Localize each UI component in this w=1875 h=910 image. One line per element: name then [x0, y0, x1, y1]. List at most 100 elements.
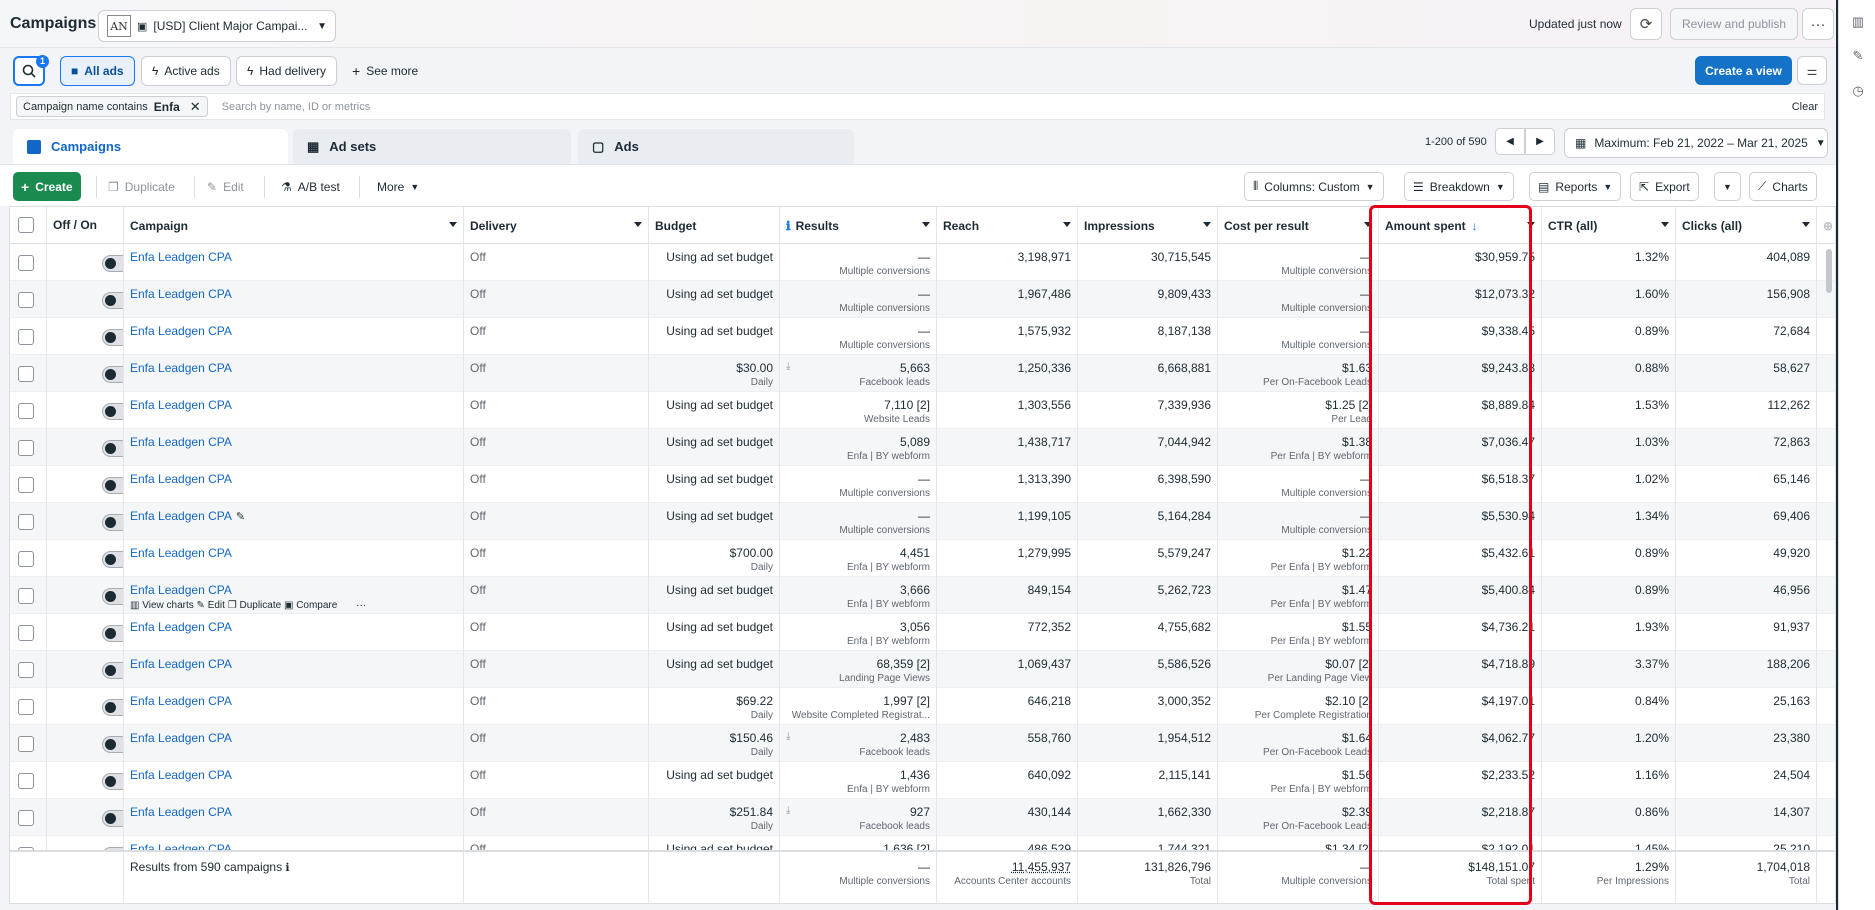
pencil-icon[interactable]: ✎ — [1850, 48, 1866, 64]
export-button[interactable]: ⇱ Export — [1630, 172, 1699, 201]
download-icon[interactable]: ⤓ — [786, 731, 790, 742]
header-clicks[interactable]: Clicks (all) — [1676, 207, 1817, 244]
campaign-toggle[interactable] — [102, 403, 123, 420]
campaign-name-link[interactable]: Enfa Leadgen CPA — [130, 731, 232, 745]
more-options-button[interactable]: ··· — [1802, 8, 1834, 40]
edit-button[interactable]: ✎ Edit — [199, 172, 252, 201]
campaign-toggle[interactable] — [102, 699, 123, 716]
review-publish-button[interactable]: Review and publish — [1670, 8, 1798, 40]
header-delivery[interactable]: Delivery — [464, 207, 649, 244]
filter-all-ads[interactable]: ■ All ads — [60, 56, 135, 86]
table-row[interactable]: Enfa Leadgen CPA Off Using ad set budget 3,… — [10, 614, 1835, 651]
campaign-toggle[interactable] — [102, 477, 123, 494]
table-row[interactable]: Enfa Leadgen CPA Off $30.00 Daily ⤓ 5,663 Face… — [10, 355, 1835, 392]
table-row[interactable]: Enfa Leadgen CPA Off Using ad set budget — M… — [10, 318, 1835, 355]
table-row[interactable]: Enfa Leadgen CPA Off Using ad set budget 5,… — [10, 429, 1835, 466]
row-checkbox[interactable] — [18, 588, 34, 604]
reports-button[interactable]: ▤ Reports ▼ — [1529, 172, 1622, 201]
tab-ad-sets[interactable]: ▦ Ad sets — [293, 129, 571, 164]
create-view-button[interactable]: Create a view — [1695, 56, 1792, 85]
info-icon[interactable]: ℹ — [285, 862, 289, 874]
row-checkbox[interactable] — [18, 366, 34, 382]
filter-had-delivery[interactable]: ϟ Had delivery — [236, 56, 338, 86]
campaign-name-link[interactable]: Enfa Leadgen CPA — [130, 620, 232, 634]
row-duplicate-link[interactable]: ❐ Duplicate — [228, 600, 281, 611]
pencil-icon[interactable]: ✎ — [236, 511, 245, 523]
row-checkbox[interactable] — [18, 514, 34, 530]
header-impressions[interactable]: Impressions — [1078, 207, 1218, 244]
filter-active-ads[interactable]: ϟ Active ads — [141, 56, 231, 86]
header-campaign[interactable]: Campaign — [124, 207, 464, 244]
campaign-toggle[interactable] — [102, 551, 123, 568]
table-row[interactable]: Enfa Leadgen CPA ▥ View charts ✎ Edit ❐ D… — [10, 577, 1835, 614]
bar-chart-icon[interactable]: ▥ — [1850, 14, 1866, 30]
campaign-toggle[interactable] — [102, 773, 123, 790]
clear-filters-button[interactable]: Clear — [1792, 101, 1818, 113]
refresh-button[interactable]: ⟳ — [1630, 8, 1662, 40]
campaign-toggle[interactable] — [102, 514, 123, 531]
row-checkbox[interactable] — [18, 810, 34, 826]
header-reach[interactable]: Reach — [937, 207, 1078, 244]
prev-page-button[interactable]: ◀ — [1495, 128, 1525, 155]
duplicate-button[interactable]: ❐ Duplicate — [100, 172, 183, 201]
tab-ads[interactable]: ▢ Ads — [578, 129, 854, 164]
export-options-button[interactable]: ▼ — [1714, 172, 1741, 201]
campaign-toggle[interactable] — [102, 255, 123, 272]
campaign-toggle[interactable] — [102, 329, 123, 346]
campaign-name-link[interactable]: Enfa Leadgen CPA — [130, 398, 232, 412]
row-checkbox[interactable] — [18, 329, 34, 345]
table-row[interactable]: Enfa Leadgen CPA Off Using ad set budget 7,… — [10, 392, 1835, 429]
ab-test-button[interactable]: ⚗ A/B test — [273, 172, 348, 201]
campaign-name-link[interactable]: Enfa Leadgen CPA — [130, 509, 232, 523]
campaign-name-link[interactable]: Enfa Leadgen CPA — [130, 435, 232, 449]
table-row[interactable]: Enfa Leadgen CPA Off $700.00 Daily 4,451 Enfa… — [10, 540, 1835, 577]
header-select-all[interactable] — [10, 207, 47, 244]
campaign-name-link[interactable]: Enfa Leadgen CPA — [130, 287, 232, 301]
close-icon[interactable]: ✕ — [190, 99, 201, 115]
clock-icon[interactable]: ◷ — [1850, 83, 1866, 99]
row-checkbox[interactable] — [18, 292, 34, 308]
campaign-toggle[interactable] — [102, 292, 123, 309]
select-all-checkbox[interactable] — [18, 217, 34, 233]
account-selector[interactable]: AN ▣ [USD] Client Major Campai... ▼ — [98, 10, 336, 42]
row-checkbox[interactable] — [18, 255, 34, 271]
header-budget[interactable]: Budget — [649, 207, 780, 244]
vertical-scrollbar[interactable] — [1826, 249, 1832, 293]
row-checkbox[interactable] — [18, 625, 34, 641]
table-row[interactable]: Enfa Leadgen CPA Off $150.46 Daily ⤓ 2,483 Fac… — [10, 725, 1835, 762]
campaign-name-link[interactable]: Enfa Leadgen CPA — [130, 250, 232, 264]
see-more-button[interactable]: + See more — [342, 56, 428, 86]
row-checkbox[interactable] — [18, 699, 34, 715]
row-checkbox[interactable] — [18, 773, 34, 789]
download-icon[interactable]: ⤓ — [786, 361, 790, 372]
row-checkbox[interactable] — [18, 477, 34, 493]
campaign-name-link[interactable]: Enfa Leadgen CPA — [130, 694, 232, 708]
campaign-toggle[interactable] — [102, 366, 123, 383]
table-row[interactable]: Enfa Leadgen CPA Off Using ad set budget 1,… — [10, 762, 1835, 799]
row-checkbox[interactable] — [18, 403, 34, 419]
campaign-toggle[interactable] — [102, 588, 123, 605]
campaign-name-link[interactable]: Enfa Leadgen CPA — [130, 324, 232, 338]
view-charts-link[interactable]: ▥ View charts — [130, 600, 194, 611]
table-row[interactable]: Enfa Leadgen CPA Off Using ad set budget — M… — [10, 281, 1835, 318]
header-cost-per-result[interactable]: Cost per result — [1218, 207, 1379, 244]
campaign-toggle[interactable] — [102, 440, 123, 457]
more-button[interactable]: More ▼ — [369, 172, 427, 201]
tab-campaigns[interactable]: Campaigns — [13, 129, 288, 164]
table-row[interactable]: Enfa Leadgen CPA Off $251.84 Daily ⤓ 927 Faceb… — [10, 799, 1835, 836]
row-compare-link[interactable]: ▣ Compare — [284, 600, 337, 611]
campaign-toggle[interactable] — [102, 736, 123, 753]
row-edit-link[interactable]: ✎ Edit — [197, 600, 225, 611]
campaign-name-link[interactable]: Enfa Leadgen CPA — [130, 361, 232, 375]
add-column-button[interactable]: ⊕ — [1817, 207, 1835, 244]
table-row[interactable]: Enfa Leadgen CPA ✎ Off Using ad set budget —… — [10, 503, 1835, 540]
campaign-name-link[interactable]: Enfa Leadgen CPA — [130, 657, 232, 671]
filter-condition-chip[interactable]: Campaign name contains Enfa ✕ — [16, 96, 208, 117]
row-checkbox[interactable] — [18, 662, 34, 678]
customize-button[interactable]: ⚌ — [1797, 56, 1827, 85]
columns-button[interactable]: ⦀ Columns: Custom ▼ — [1244, 172, 1384, 201]
download-icon[interactable]: ⤓ — [786, 805, 790, 816]
campaign-name-link[interactable]: Enfa Leadgen CPA — [130, 472, 232, 486]
header-amount-spent[interactable]: Amount spent ↓ — [1379, 207, 1542, 244]
next-page-button[interactable]: ▶ — [1525, 128, 1555, 155]
